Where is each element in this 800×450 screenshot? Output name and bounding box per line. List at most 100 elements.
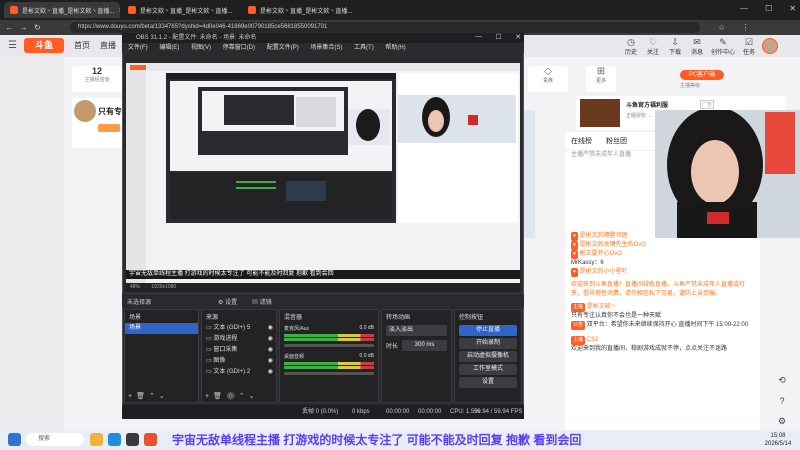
mixer-dock: 混音器 麦克风/Aux 0.0 dB 桌面音频 0.0 dB (279, 309, 379, 403)
header-history[interactable]: ◷ 历史 (620, 37, 642, 57)
header-download[interactable]: ⇩ 下载 (664, 37, 686, 57)
anchor-message-text: 只有专注认真你不会也是一种天赋 (571, 313, 662, 319)
source-item[interactable]: ▭ 文本 (GDI+) 5 ◉ (202, 323, 276, 334)
header-task[interactable]: ☑ 任务 (738, 37, 760, 57)
browser-tab[interactable]: 是彬文欸丶直播_是彬文欸丶直播... (242, 2, 360, 18)
maximize-icon[interactable]: ☐ (495, 33, 501, 43)
header-follow[interactable]: ♡ 关注 (642, 37, 664, 57)
studio-mode-button[interactable]: 工作室模式 (459, 364, 517, 375)
tab-title: 是彬文欸丶直播_是彬文欸丶直播... (260, 8, 353, 15)
menu-file[interactable]: 文件(F) (128, 45, 148, 51)
nav-live[interactable]: 直播 (100, 40, 116, 51)
mixer-title: 混音器 (284, 315, 303, 321)
virtual-camera-button[interactable]: 启动虚拟摄像机 (459, 351, 517, 362)
nav-home[interactable]: 首页 (74, 40, 90, 51)
volume-slider[interactable] (284, 372, 374, 375)
address-bar[interactable]: https://www.douyu.com/beta/1334765?dyshi… (70, 22, 700, 33)
edge-icon[interactable] (108, 433, 121, 446)
file-explorer-icon[interactable] (90, 433, 103, 446)
obs-taskbar-icon[interactable] (126, 433, 139, 446)
resolution: 1920x1080 (151, 284, 177, 290)
transition-select[interactable]: 淡入淡出 (386, 325, 447, 336)
back-icon[interactable]: ← (4, 22, 15, 33)
down-icon[interactable]: ⌄ (249, 393, 259, 400)
scene-item[interactable]: 场景 (125, 323, 198, 334)
avatar[interactable] (762, 38, 778, 54)
gear-icon[interactable]: ⚙ (226, 393, 239, 400)
streamer-name: 只有专 (98, 107, 122, 116)
down-icon[interactable]: ⌄ (159, 393, 169, 400)
eye-icon[interactable]: ◉ (268, 356, 273, 367)
source-item[interactable]: ▭ 文本 (GDI+) 2 ◉ (202, 367, 276, 378)
streamer-card[interactable]: 只有专 (72, 98, 122, 148)
trash-icon[interactable]: 🗑 (136, 393, 149, 400)
browser-tab[interactable]: 是彬文欸丶直播_是彬文欸丶直播... (122, 2, 240, 18)
menu-docks[interactable]: 停靠窗口(D) (223, 45, 255, 51)
up-icon[interactable]: ⌃ (239, 393, 249, 400)
close-window-icon[interactable]: ✕ (789, 4, 796, 16)
chat-message: ♥ 是彬文的小小星吖 (571, 268, 628, 277)
source-item[interactable]: ▭ 游戏进程 ◉ (202, 334, 276, 345)
start-recording-button[interactable]: 开始录制 (459, 338, 517, 349)
minimize-icon[interactable]: — (740, 4, 748, 16)
zoom-level[interactable]: 48% (130, 284, 140, 290)
taskbar-search[interactable]: 搜索 (26, 433, 84, 446)
text-icon: ▭ (206, 325, 212, 331)
add-icon[interactable]: + (128, 393, 136, 400)
level-label: 主播经验值 (84, 77, 110, 83)
pc-client-button[interactable]: PC客户端 (680, 70, 724, 80)
add-icon[interactable]: + (205, 393, 213, 400)
volume-slider[interactable] (284, 344, 374, 347)
gear-icon: ⚙ (218, 300, 224, 306)
trash-icon[interactable]: 🗑 (213, 393, 226, 400)
chrome-icon[interactable] (144, 433, 157, 446)
menu-edit[interactable]: 编辑(E) (159, 45, 179, 51)
close-icon[interactable]: ✕ (515, 33, 521, 43)
history-icon[interactable]: ⟲ (778, 375, 786, 386)
header-creator[interactable]: ✎ 创作中心 (708, 37, 738, 57)
header-message[interactable]: ✉ 消息 (686, 37, 708, 57)
source-item[interactable]: ▭ 窗口采集 ◉ (202, 345, 276, 356)
close-icon[interactable]: ✕ (118, 7, 120, 14)
forward-icon[interactable]: → (18, 22, 29, 33)
help-icon[interactable]: ? (779, 396, 784, 406)
duration-input[interactable]: 300 ms (402, 340, 447, 351)
reload-icon[interactable]: ↻ (32, 22, 43, 33)
tab-title: 是彬文欸丶直播_是彬文欸丶直播... (140, 8, 233, 15)
settings-button[interactable]: ⚙ 设置 (218, 297, 237, 306)
menu-view[interactable]: 视图(V) (191, 45, 211, 51)
menu-tools[interactable]: 工具(T) (354, 45, 374, 51)
up-icon[interactable]: ⌃ (149, 393, 159, 400)
settings-button[interactable]: 设置 (459, 377, 517, 388)
obs-preview[interactable] (126, 55, 520, 283)
eye-icon[interactable]: ◉ (268, 323, 273, 334)
eye-icon[interactable]: ◉ (268, 367, 273, 378)
minimize-icon[interactable]: — (475, 33, 482, 43)
stop-streaming-button[interactable]: 停止直播 (459, 325, 517, 336)
side-toolbar: ⟲ ? ⚙ (772, 375, 792, 427)
taskbar-clock[interactable]: 15:08 2026/5/14 (760, 432, 796, 448)
more-card[interactable]: ⊞ 更多 (586, 66, 616, 92)
start-icon[interactable] (8, 433, 21, 446)
star-icon[interactable]: ☆ (716, 22, 727, 33)
anchor-message: 主播 是彬文欸丶 (571, 303, 617, 312)
message-icon: ✉ (693, 37, 701, 47)
channel-db: 0.0 dB (359, 353, 374, 359)
transitions-dock: 转场动画 淡入淡出 时长 300 ms (381, 309, 452, 403)
eye-icon[interactable]: ◉ (268, 345, 273, 356)
chat-message: MrKassy：6 (571, 260, 604, 266)
menu-help[interactable]: 帮助(H) (385, 45, 405, 51)
gear-icon[interactable]: ⚙ (778, 416, 786, 427)
source-item[interactable]: ▭ 图像 ◉ (202, 356, 276, 367)
douyu-logo[interactable]: 斗鱼 (24, 38, 64, 53)
eye-icon[interactable]: ◉ (268, 334, 273, 345)
filters-button[interactable]: ▤ 滤镜 (252, 297, 272, 306)
menu-profile[interactable]: 配置文件(P) (267, 45, 299, 51)
menu-icon[interactable]: ☰ (8, 40, 20, 52)
browser-tab-active[interactable]: 是彬文欸丶直播_是彬文欸丶直播... ✕ (4, 2, 120, 18)
vip-card[interactable]: ◇ 贵族 (528, 66, 568, 92)
extensions-icon[interactable]: ⋮ (740, 22, 751, 33)
maximize-icon[interactable]: ☐ (765, 4, 772, 16)
tag-badge (98, 124, 120, 132)
menu-scene-collection[interactable]: 场景集合(S) (310, 45, 342, 51)
